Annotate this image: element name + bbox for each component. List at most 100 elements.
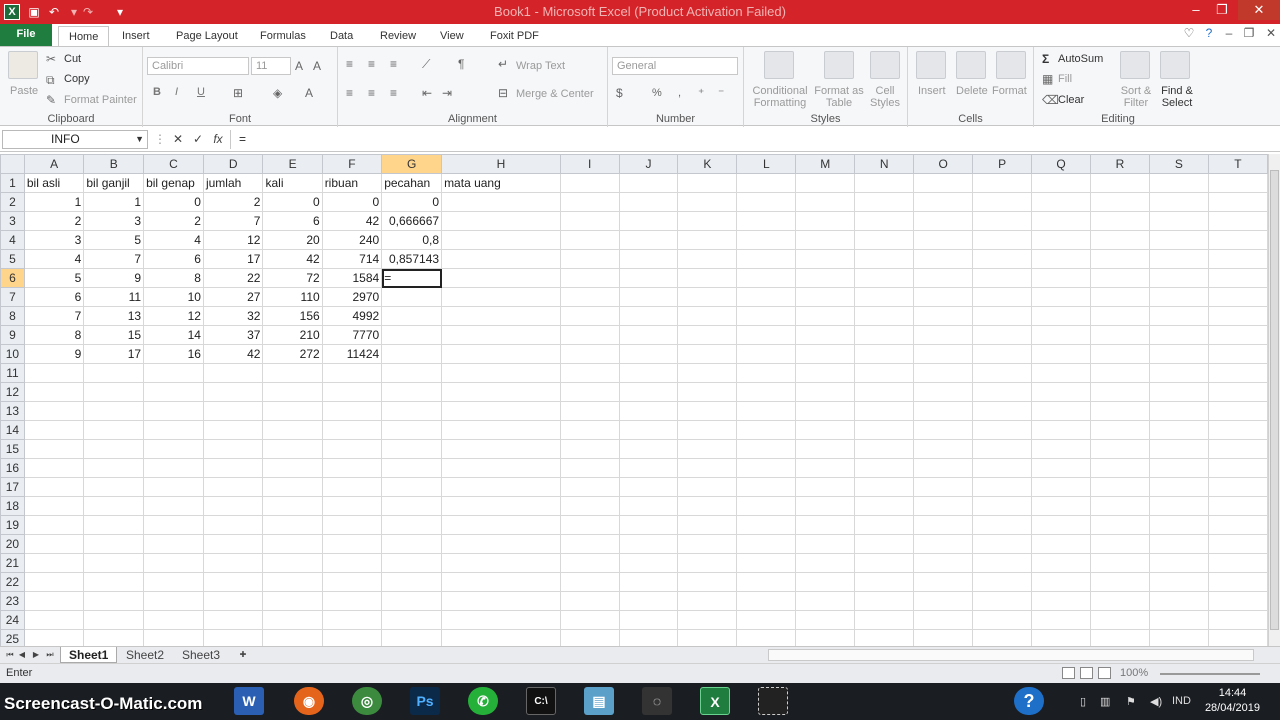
cell[interactable] (618, 401, 679, 421)
cell[interactable] (381, 572, 443, 592)
cell[interactable] (1148, 591, 1209, 611)
cell[interactable]: 3 (83, 211, 145, 231)
cell[interactable] (559, 496, 620, 516)
insert-button[interactable]: Insert (918, 85, 946, 97)
cell[interactable] (736, 496, 797, 516)
cell[interactable] (23, 572, 85, 592)
zoom-level[interactable]: 100% (1120, 667, 1148, 679)
cell[interactable] (854, 230, 915, 250)
cell[interactable] (913, 534, 974, 554)
tab-home[interactable]: Home (58, 26, 110, 46)
cell[interactable] (1090, 325, 1150, 345)
cell[interactable] (972, 572, 1033, 592)
cell[interactable] (1090, 553, 1150, 573)
cell[interactable]: 9 (83, 268, 145, 288)
cell[interactable] (321, 515, 383, 535)
font-color-icon[interactable]: A (305, 85, 313, 101)
decrease-decimal-icon[interactable]: ⁻ (718, 85, 724, 101)
cell[interactable] (381, 477, 443, 497)
cell[interactable] (83, 534, 145, 554)
cell[interactable] (441, 553, 561, 573)
excel-taskbar-icon[interactable]: X (700, 687, 730, 715)
tab-formulas[interactable]: Formulas (250, 26, 316, 46)
orientation-icon[interactable]: ⟋ (422, 56, 430, 72)
cell[interactable] (1090, 439, 1150, 459)
cell[interactable] (1148, 477, 1209, 497)
tab-file[interactable]: File (0, 24, 52, 46)
cell[interactable] (143, 401, 204, 421)
cell[interactable] (1090, 572, 1150, 592)
cell[interactable] (1031, 515, 1092, 535)
cell[interactable]: mata uang (441, 173, 561, 193)
cell[interactable] (618, 477, 679, 497)
cell[interactable] (618, 249, 679, 269)
cell[interactable] (913, 420, 974, 440)
cell[interactable]: 12 (202, 230, 264, 250)
find-select-button[interactable]: Find & Select (1156, 85, 1198, 109)
cell[interactable] (1031, 306, 1092, 326)
cell[interactable] (1031, 363, 1092, 383)
cell[interactable] (23, 610, 85, 630)
cell[interactable] (677, 477, 738, 497)
cell[interactable] (854, 287, 915, 307)
page-layout-view-icon[interactable] (1080, 667, 1093, 679)
cell[interactable]: 32 (202, 306, 264, 326)
cell[interactable]: 13 (83, 306, 145, 326)
cell[interactable] (1090, 268, 1150, 288)
cell[interactable] (854, 173, 915, 193)
column-header[interactable]: L (736, 154, 797, 174)
cell[interactable] (1207, 268, 1268, 288)
cell[interactable] (143, 572, 204, 592)
cell[interactable] (677, 629, 738, 646)
cell[interactable] (913, 572, 974, 592)
cell[interactable] (559, 249, 620, 269)
align-right-icon[interactable]: ≡ (390, 85, 397, 101)
cell[interactable] (677, 306, 738, 326)
cell[interactable] (143, 629, 204, 646)
cell[interactable] (736, 534, 797, 554)
cell[interactable] (83, 477, 145, 497)
prev-sheet-icon[interactable]: ◀ (16, 648, 28, 662)
row-header[interactable]: 20 (0, 534, 25, 554)
cell[interactable] (1090, 249, 1150, 269)
name-box[interactable]: INFO ▼ (2, 130, 148, 149)
cell[interactable] (1031, 401, 1092, 421)
cell[interactable] (854, 534, 915, 554)
word-icon[interactable]: W (234, 687, 264, 715)
cell[interactable] (1148, 344, 1209, 364)
cell[interactable] (23, 553, 85, 573)
column-header[interactable]: K (677, 154, 738, 174)
column-header[interactable]: R (1090, 154, 1150, 174)
notepad-icon[interactable]: ▤ (584, 687, 614, 715)
fill-color-icon[interactable]: ◈ (273, 85, 282, 101)
cell[interactable] (143, 534, 204, 554)
cell[interactable] (972, 591, 1033, 611)
tab-view[interactable]: View (430, 26, 474, 46)
cell[interactable] (677, 382, 738, 402)
cell[interactable]: 0 (262, 192, 323, 212)
cell[interactable] (1090, 458, 1150, 478)
cell[interactable] (854, 306, 915, 326)
align-left-icon[interactable]: ≡ (346, 85, 353, 101)
cell[interactable] (854, 591, 915, 611)
cell[interactable] (559, 591, 620, 611)
cell[interactable] (854, 420, 915, 440)
cell[interactable] (559, 420, 620, 440)
cell[interactable] (441, 325, 561, 345)
cell[interactable] (972, 553, 1033, 573)
row-header[interactable]: 21 (0, 553, 25, 573)
cell[interactable] (618, 553, 679, 573)
tab-data[interactable]: Data (320, 26, 363, 46)
column-header[interactable]: B (83, 154, 145, 174)
cell[interactable] (441, 363, 561, 383)
cell[interactable] (1090, 515, 1150, 535)
column-header[interactable]: E (262, 154, 323, 174)
copy-button[interactable]: Copy (64, 73, 90, 85)
cell[interactable] (202, 515, 264, 535)
column-header[interactable]: F (321, 154, 383, 174)
cell[interactable] (381, 610, 443, 630)
cell[interactable] (972, 249, 1033, 269)
find-select-icon[interactable] (1160, 51, 1190, 79)
cell[interactable] (1031, 534, 1092, 554)
cell[interactable] (381, 382, 443, 402)
